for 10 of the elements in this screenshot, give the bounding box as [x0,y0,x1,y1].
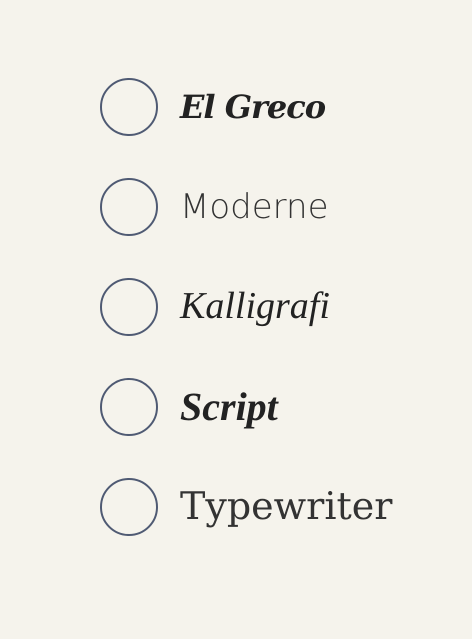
font-option-label[interactable]: Typewriter [180,484,392,530]
font-option-label[interactable]: El Greco [180,88,326,126]
font-option-label[interactable]: Moderne [180,186,328,228]
font-option-label[interactable]: Kalligrafi [180,284,330,330]
radio-button[interactable] [100,178,158,236]
radio-button[interactable] [100,78,158,136]
radio-button[interactable] [100,478,158,536]
radio-button[interactable] [100,278,158,336]
radio-button[interactable] [100,378,158,436]
font-option-label[interactable]: Script [180,383,278,431]
